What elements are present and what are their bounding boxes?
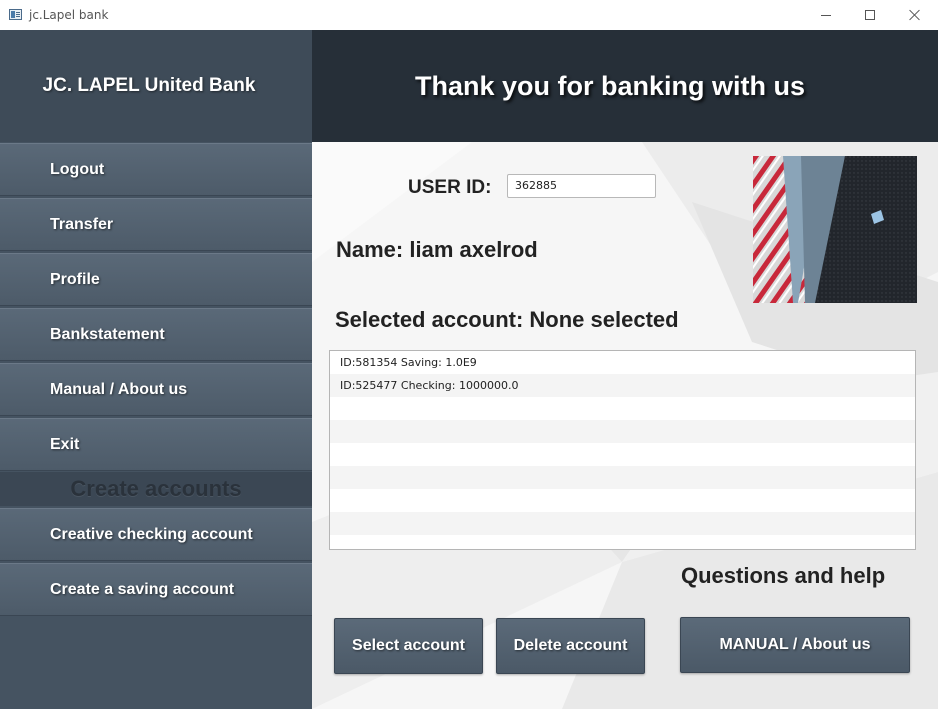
profile-photo — [753, 156, 917, 303]
help-title: Questions and help — [681, 563, 886, 588]
main-content: USER ID: 362885 Name: liam axelrod Selec… — [312, 142, 938, 709]
select-account-button[interactable]: Select account — [334, 618, 483, 674]
create-accounts-label: Create accounts — [70, 476, 242, 501]
delete-account-button[interactable]: Delete account — [496, 618, 645, 674]
empty-list-row — [330, 443, 915, 466]
exit-button[interactable]: Exit — [0, 418, 312, 471]
user-id-label: USER ID: — [408, 177, 492, 198]
selected-account-text: Selected account: None selected — [335, 307, 679, 333]
manual-about-us-button[interactable]: MANUAL / About us — [680, 617, 910, 673]
manual-about-us-label: MANUAL / About us — [719, 636, 871, 653]
list-item[interactable]: ID:525477 Checking: 1000000.0 — [330, 374, 915, 397]
create-saving-label: Create a saving account — [50, 580, 235, 598]
logout-button[interactable]: Logout — [0, 143, 312, 196]
bankstatement-label: Bankstatement — [50, 325, 165, 343]
select-account-label: Select account — [352, 637, 465, 654]
brand-banner: JC. LAPEL United Bank — [0, 30, 312, 142]
selected-account-label: Selected account: — [335, 307, 524, 332]
create-accounts-header: Create accounts — [0, 472, 312, 506]
window-title-bar: jc.Lapel bank — [0, 0, 938, 30]
create-saving-button[interactable]: Create a saving account — [0, 563, 312, 616]
close-button[interactable] — [892, 0, 938, 30]
minimize-icon — [821, 14, 831, 16]
empty-list-row — [330, 489, 915, 512]
account-list[interactable]: ID:581354 Saving: 1.0E9 ID:525477 Checki… — [329, 350, 916, 550]
logout-label: Logout — [50, 160, 105, 178]
customer-name: Name: liam axelrod — [336, 237, 538, 262]
transfer-button[interactable]: Transfer — [0, 198, 312, 251]
delete-account-label: Delete account — [513, 637, 628, 654]
manual-about-label: Manual / About us — [50, 380, 188, 398]
selected-account-value: None selected — [529, 307, 679, 332]
transfer-label: Transfer — [50, 215, 114, 233]
sidebar: JC. LAPEL United Bank Logout Transfer Pr… — [0, 30, 312, 709]
profile-photo-image — [753, 156, 917, 303]
bankstatement-button[interactable]: Bankstatement — [0, 308, 312, 361]
exit-label: Exit — [50, 435, 80, 453]
header-banner: Thank you for banking with us — [312, 30, 938, 142]
close-icon — [909, 9, 921, 21]
create-checking-label: Creative checking account — [50, 525, 253, 543]
bank-name: JC. LAPEL United Bank — [42, 75, 256, 96]
empty-list-row — [330, 397, 915, 420]
profile-label: Profile — [50, 270, 100, 288]
maximize-icon — [865, 10, 875, 20]
create-checking-button[interactable]: Creative checking account — [0, 508, 312, 561]
minimize-button[interactable] — [803, 0, 849, 30]
profile-button[interactable]: Profile — [0, 253, 312, 306]
app-icon — [9, 9, 22, 20]
header-title: Thank you for banking with us — [414, 70, 805, 101]
user-id-field[interactable]: 362885 — [507, 174, 656, 198]
list-item[interactable]: ID:581354 Saving: 1.0E9 — [330, 351, 915, 374]
empty-list-row — [330, 512, 915, 535]
manual-about-button[interactable]: Manual / About us — [0, 363, 312, 416]
empty-list-row — [330, 535, 915, 549]
window-title: jc.Lapel bank — [29, 8, 109, 22]
empty-list-row — [330, 420, 915, 443]
maximize-button[interactable] — [847, 0, 893, 30]
empty-list-row — [330, 466, 915, 489]
